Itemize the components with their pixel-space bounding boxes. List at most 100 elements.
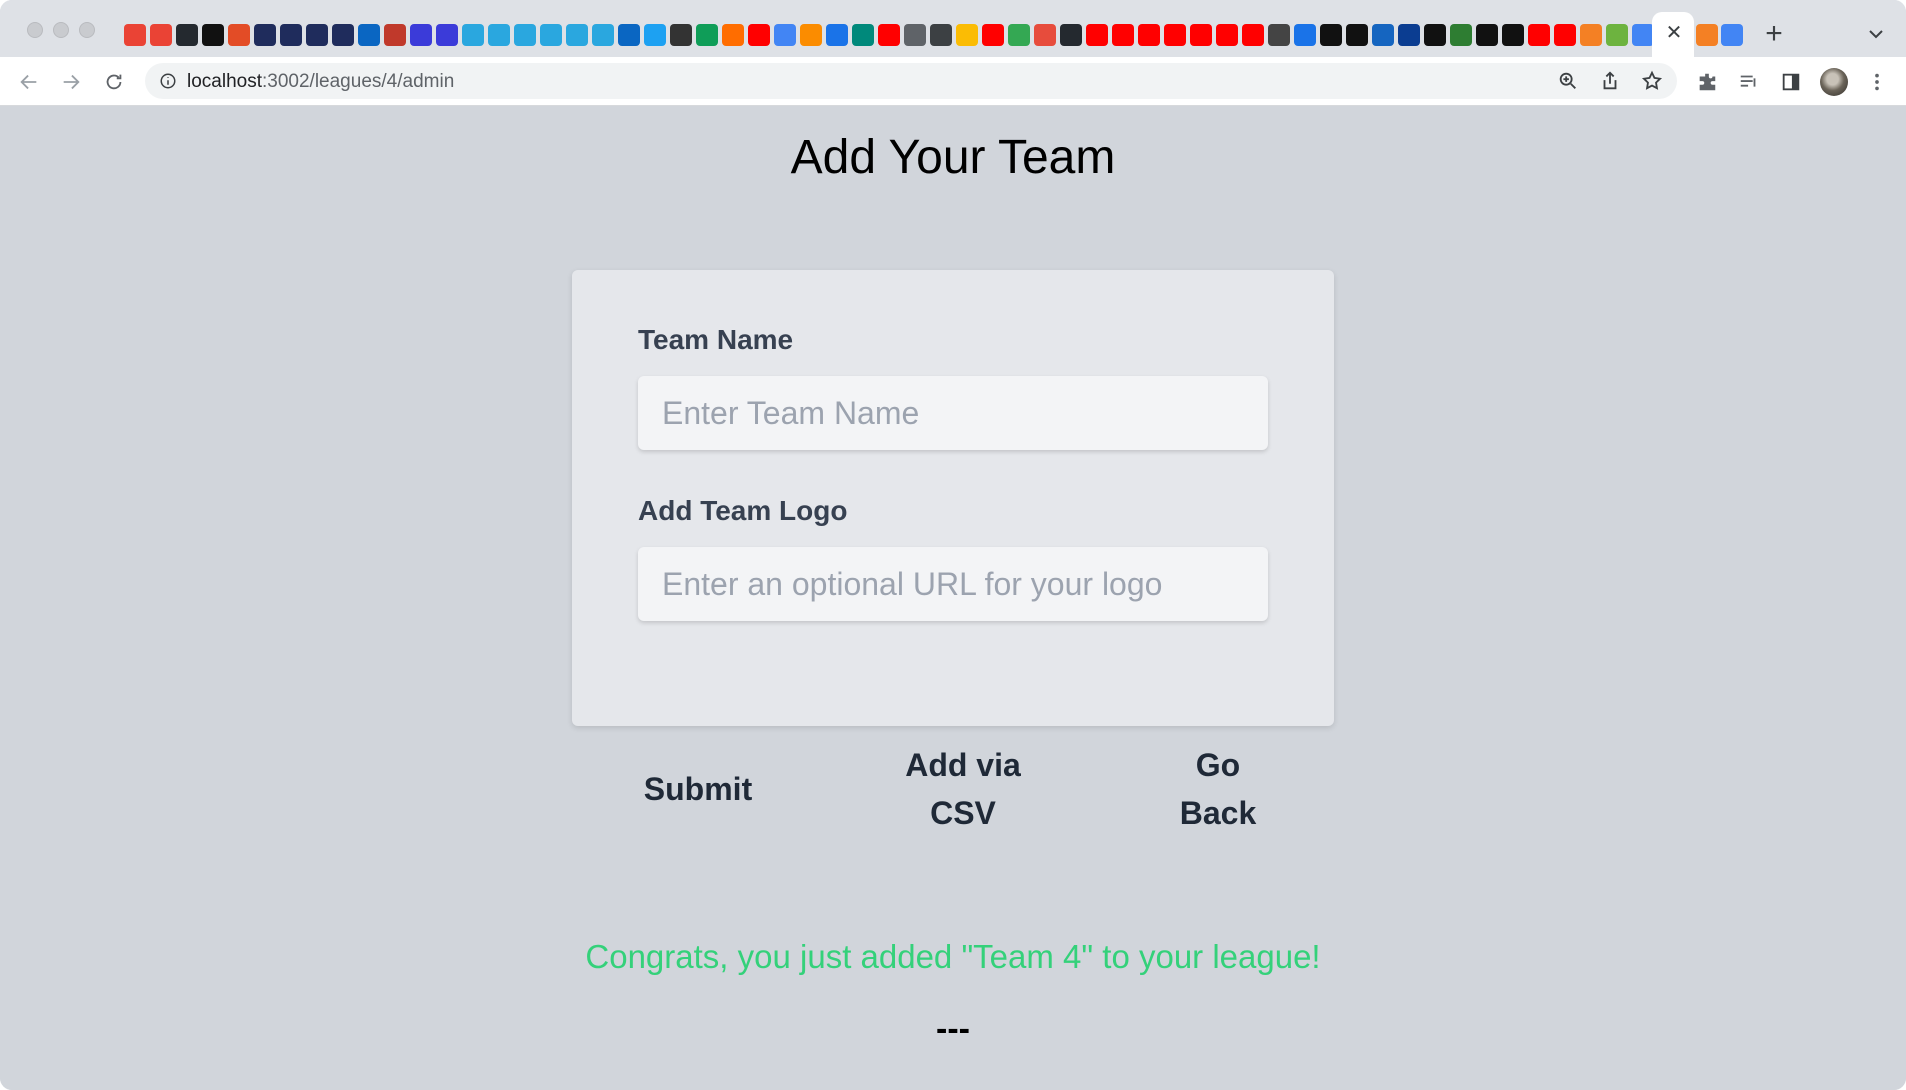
address-bar[interactable]: localhost:3002/leagues/4/admin <box>145 63 1677 99</box>
tab-favicon[interactable] <box>332 24 354 46</box>
tab-favicon[interactable] <box>488 24 510 46</box>
team-logo-url-input[interactable] <box>638 547 1268 621</box>
tab-favicon[interactable] <box>852 24 874 46</box>
tab-favicon[interactable] <box>696 24 718 46</box>
tab-favicon[interactable] <box>1476 24 1498 46</box>
forward-arrow-icon[interactable] <box>58 69 84 95</box>
back-arrow-icon[interactable] <box>16 69 42 95</box>
tab-favicon[interactable] <box>306 24 328 46</box>
share-icon[interactable] <box>1597 68 1623 94</box>
url-host: localhost <box>187 71 262 92</box>
tab-favicon[interactable] <box>1696 24 1718 46</box>
tab-favicon[interactable] <box>592 24 614 46</box>
tab-favicon[interactable] <box>1398 24 1420 46</box>
tab-favicon[interactable] <box>1632 24 1654 46</box>
bookmark-star-icon[interactable] <box>1639 68 1665 94</box>
tab-favicon[interactable] <box>1242 24 1264 46</box>
tab-favicon[interactable] <box>1164 24 1186 46</box>
tab-favicon[interactable] <box>254 24 276 46</box>
submit-button[interactable]: Submit <box>628 765 768 813</box>
tab-favicon[interactable] <box>1086 24 1108 46</box>
add-via-csv-button[interactable]: Add via CSV <box>890 741 1036 837</box>
team-name-input[interactable] <box>638 376 1268 450</box>
tab-favicon[interactable] <box>1190 24 1212 46</box>
success-message: Congrats, you just added "Team 4" to you… <box>585 938 1321 975</box>
url-path: :3002/leagues/4/admin <box>262 71 455 92</box>
close-window-icon[interactable] <box>27 22 43 38</box>
tab-favicon[interactable] <box>748 24 770 46</box>
tab-favicon[interactable] <box>228 24 250 46</box>
browser-toolbar: localhost:3002/leagues/4/admin <box>0 57 1906 106</box>
tab-favicon[interactable] <box>618 24 640 46</box>
chevron-down-icon[interactable] <box>1864 22 1888 46</box>
tab-favicon[interactable] <box>150 24 172 46</box>
tab-favicon[interactable] <box>956 24 978 46</box>
tab-favicon[interactable] <box>1294 24 1316 46</box>
tab-favicon[interactable] <box>774 24 796 46</box>
url-text[interactable]: localhost:3002/leagues/4/admin <box>187 71 454 93</box>
tab-favicon[interactable] <box>202 24 224 46</box>
tab-favicon[interactable] <box>644 24 666 46</box>
tab-favicon[interactable] <box>982 24 1004 46</box>
info-icon[interactable] <box>159 72 177 90</box>
tab-favicon[interactable] <box>176 24 198 46</box>
tab-favicon[interactable] <box>1554 24 1576 46</box>
tab-favicon[interactable] <box>124 24 146 46</box>
tab-favicon[interactable] <box>566 24 588 46</box>
csv-button-line1: Add via <box>905 747 1021 783</box>
tab-favicon[interactable] <box>436 24 458 46</box>
tab-favicon[interactable] <box>1008 24 1030 46</box>
tab-favicon[interactable] <box>384 24 406 46</box>
tab-favicon[interactable] <box>540 24 562 46</box>
tab-favicon[interactable] <box>904 24 926 46</box>
tab-favicon[interactable] <box>1216 24 1238 46</box>
tab-favicon[interactable] <box>1502 24 1524 46</box>
new-tab-button[interactable]: + <box>1760 18 1788 52</box>
more-menu-icon[interactable] <box>1864 69 1890 95</box>
side-panel-icon[interactable] <box>1778 69 1804 95</box>
divider-text: --- <box>936 1010 970 1048</box>
browser-window: ✕ + localhost:3002/leagues/4/admin Add Y… <box>0 0 1906 1090</box>
tab-favicon[interactable] <box>1372 24 1394 46</box>
tab-favicon[interactable] <box>1528 24 1550 46</box>
maximize-window-icon[interactable] <box>79 22 95 38</box>
reload-icon[interactable] <box>101 69 127 95</box>
minimize-window-icon[interactable] <box>53 22 69 38</box>
tab-favicon[interactable] <box>1450 24 1472 46</box>
tab-favicon[interactable] <box>358 24 380 46</box>
tab-favicon[interactable] <box>1580 24 1602 46</box>
tab-strip: ✕ + <box>0 0 1906 57</box>
tab-favicon[interactable] <box>1268 24 1290 46</box>
media-queue-icon[interactable] <box>1736 69 1762 95</box>
tab-favicon[interactable] <box>670 24 692 46</box>
zoom-icon[interactable] <box>1555 68 1581 94</box>
tab-favicon[interactable] <box>514 24 536 46</box>
tab-favicon[interactable] <box>826 24 848 46</box>
back-button-line1: Go <box>1195 747 1241 783</box>
tab-favicon[interactable] <box>410 24 432 46</box>
tab-favicon[interactable] <box>930 24 952 46</box>
tab-favicon[interactable] <box>800 24 822 46</box>
tab-favicon[interactable] <box>1138 24 1160 46</box>
tab-favicon[interactable] <box>722 24 744 46</box>
page-content: Add Your Team Team Name Add Team Logo Su… <box>0 106 1906 1090</box>
pinned-tabs <box>124 24 1680 46</box>
tab-favicon[interactable] <box>1346 24 1368 46</box>
tab-favicon[interactable] <box>1721 24 1743 46</box>
go-back-button[interactable]: Go Back <box>1160 741 1276 837</box>
team-name-label: Team Name <box>638 324 794 355</box>
profile-avatar[interactable] <box>1820 68 1848 96</box>
tab-favicon[interactable] <box>1034 24 1056 46</box>
tab-favicon[interactable] <box>280 24 302 46</box>
tab-favicon[interactable] <box>878 24 900 46</box>
tab-favicon[interactable] <box>1606 24 1628 46</box>
csv-button-line2: CSV <box>930 795 996 831</box>
tab-favicon[interactable] <box>462 24 484 46</box>
tab-favicon[interactable] <box>1320 24 1342 46</box>
tab-favicon[interactable] <box>1060 24 1082 46</box>
extensions-puzzle-icon[interactable] <box>1694 69 1720 95</box>
tab-close-icon[interactable]: ✕ <box>1663 22 1685 44</box>
page-title: Add Your Team <box>790 131 1116 184</box>
tab-favicon[interactable] <box>1112 24 1134 46</box>
tab-favicon[interactable] <box>1424 24 1446 46</box>
